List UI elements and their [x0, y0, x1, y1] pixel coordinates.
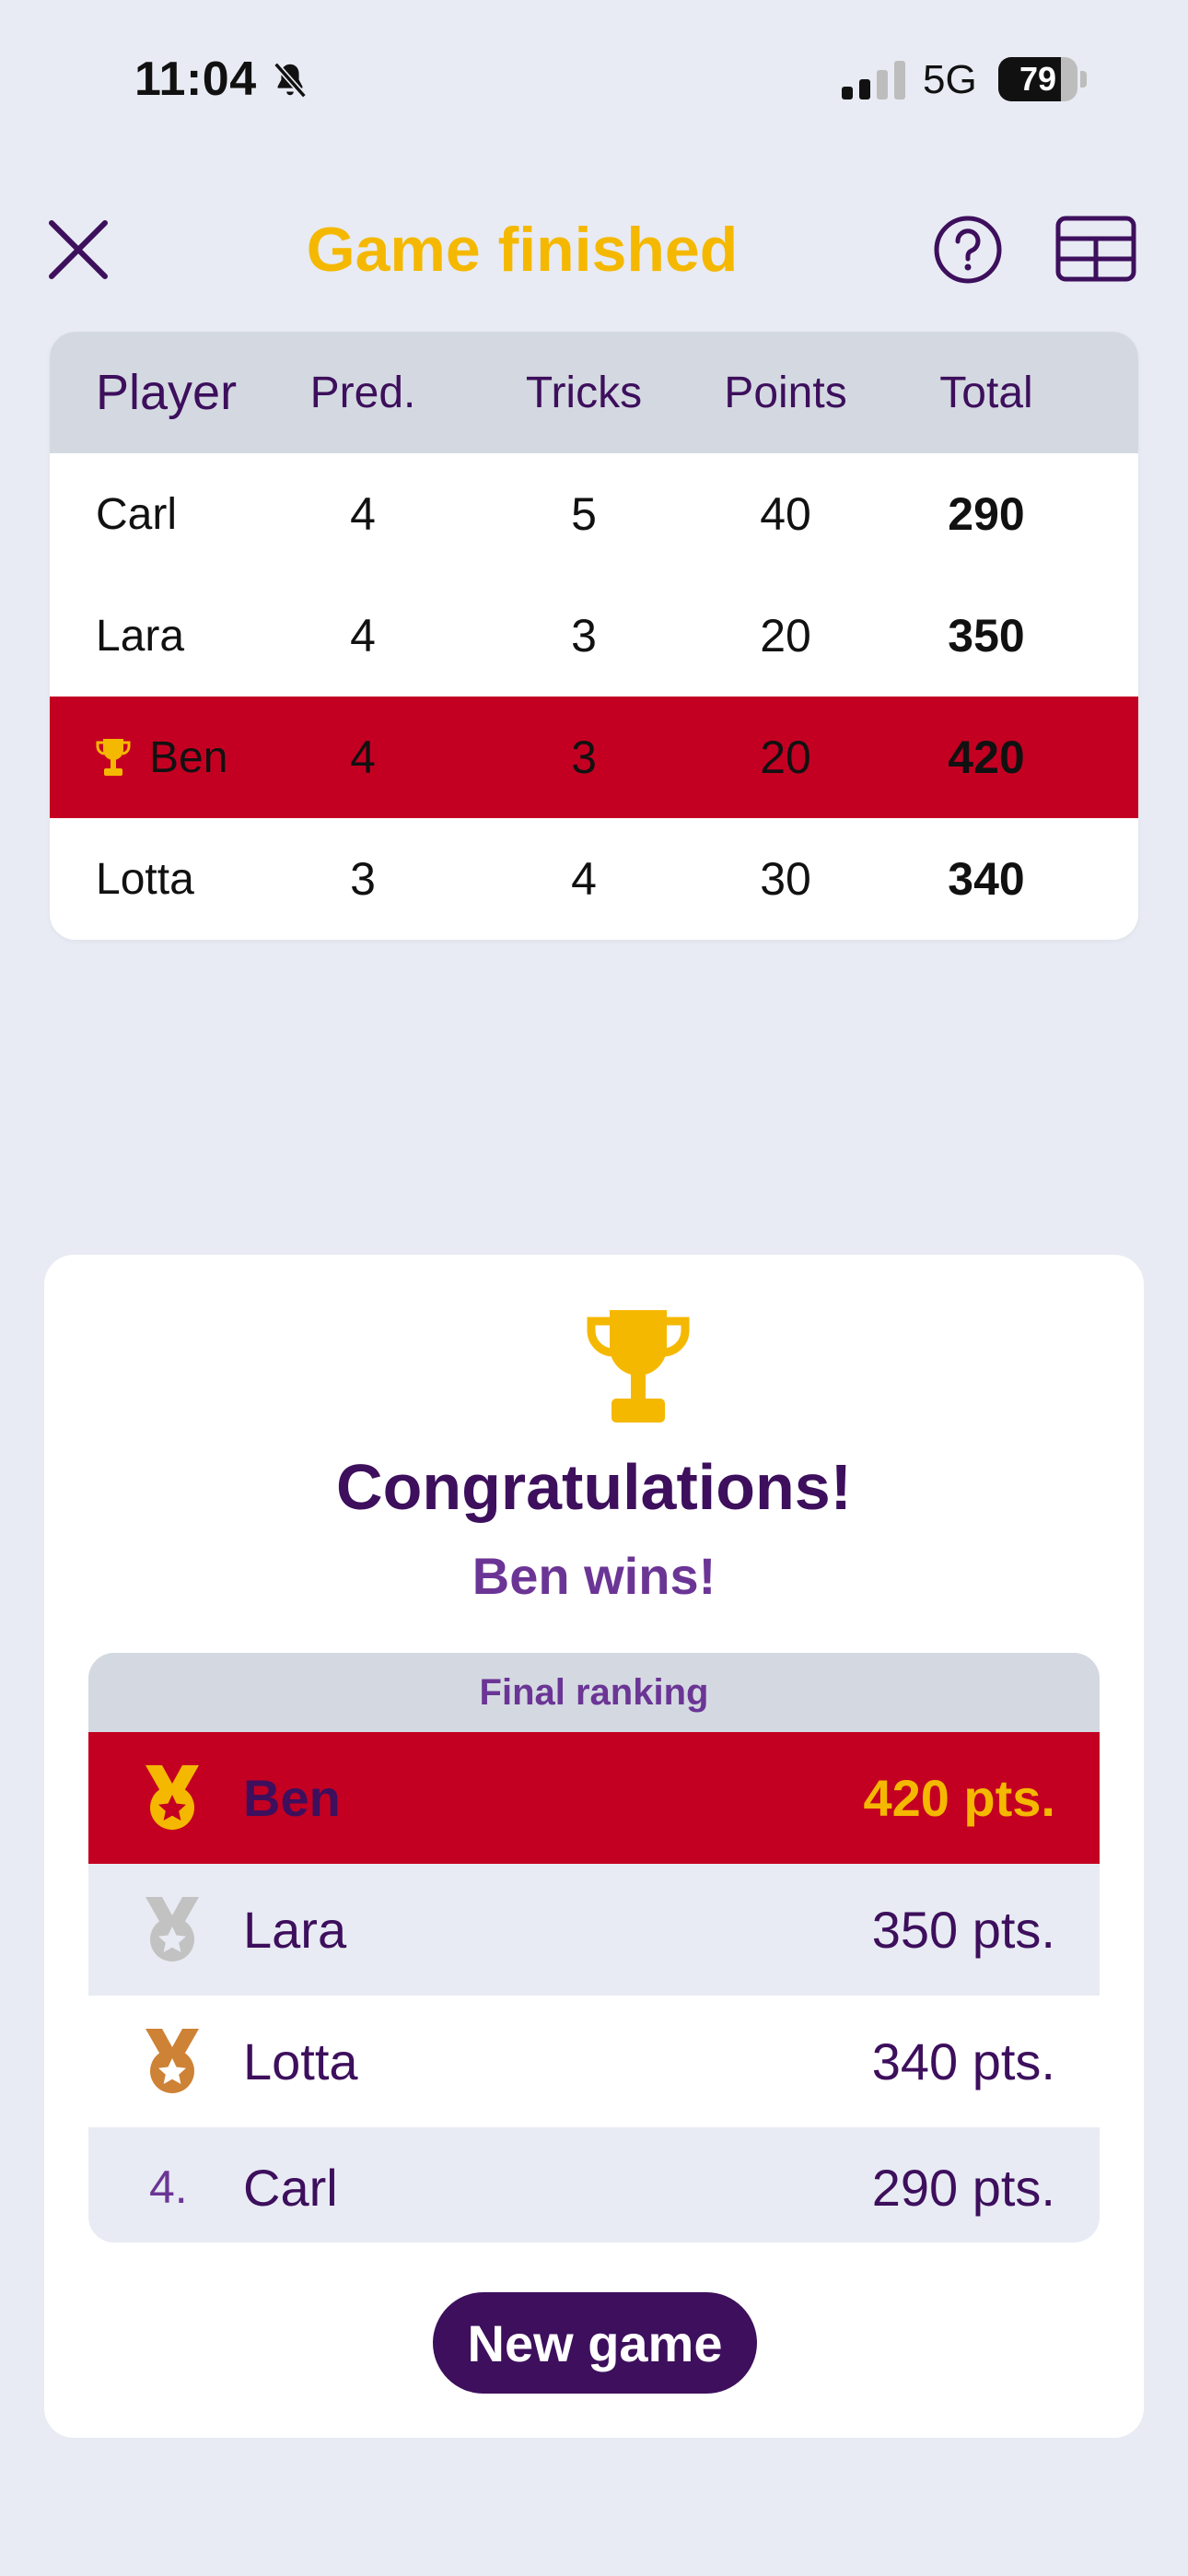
total-value: 290 — [948, 488, 1025, 540]
pred-value: 3 — [350, 853, 376, 905]
congrats-title: Congratulations! — [336, 1451, 852, 1523]
ranking-points: 350 pts. — [871, 1901, 1055, 1959]
ranking-points: 340 pts. — [871, 2032, 1055, 2090]
new-game-button[interactable]: New game — [433, 2292, 757, 2394]
status-bar: 11:04 5G 79 — [0, 0, 1188, 166]
ranking-points: 290 pts. — [871, 2158, 1055, 2217]
tricks-value: 3 — [571, 732, 597, 783]
pred-value: 4 — [350, 488, 376, 540]
ranking-row-3: Lotta 340 pts. — [88, 1996, 1100, 2127]
points-value: 30 — [760, 853, 811, 905]
header-points: Points — [724, 368, 847, 417]
table-row: Lotta 3 4 30 340 — [50, 818, 1138, 940]
page-title: Game finished — [306, 215, 739, 285]
winner-text: Ben wins! — [472, 1547, 716, 1605]
signal-icon — [842, 61, 905, 100]
table-row-winner: Ben 4 3 20 420 — [50, 697, 1138, 818]
ranking-points: 420 pts. — [863, 1769, 1055, 1827]
header-total: Total — [939, 368, 1033, 417]
bronze-medal-icon — [146, 2028, 199, 2093]
table-icon[interactable] — [1055, 216, 1136, 282]
table-row: Lara 4 3 20 350 — [50, 575, 1138, 697]
help-icon[interactable] — [932, 214, 1004, 286]
ranking-row-1: Ben 420 pts. — [88, 1732, 1100, 1864]
total-value: 340 — [948, 853, 1025, 905]
ranking-name: Lotta — [243, 2032, 358, 2090]
trophy-icon — [96, 739, 131, 776]
pred-value: 4 — [350, 610, 376, 662]
ranking-row-4: 4. Carl 290 pts. — [88, 2127, 1100, 2242]
trophy-icon — [587, 1310, 690, 1423]
points-value: 20 — [760, 732, 811, 783]
score-table-header: Player Pred. Tricks Points Total — [50, 332, 1138, 453]
ranking-row-2: Lara 350 pts. — [88, 1864, 1100, 1996]
battery-level: 79 — [1019, 60, 1057, 98]
total-value: 350 — [948, 610, 1025, 662]
tricks-value: 4 — [571, 853, 597, 905]
bell-off-icon — [274, 62, 307, 99]
tricks-value: 3 — [571, 610, 597, 662]
ranking-name: Lara — [243, 1901, 347, 1959]
score-table: Player Pred. Tricks Points Total Carl 4 … — [50, 332, 1138, 940]
gold-medal-icon — [146, 1764, 199, 1830]
header-pred: Pred. — [309, 368, 416, 417]
ranking-header: Final ranking — [88, 1653, 1100, 1732]
table-row: Carl 4 5 40 290 — [50, 453, 1138, 575]
pred-value: 4 — [350, 732, 376, 783]
header: Game finished — [0, 203, 1188, 295]
points-value: 40 — [760, 488, 811, 540]
header-tricks: Tricks — [525, 368, 643, 417]
points-value: 20 — [760, 610, 811, 662]
silver-medal-icon — [146, 1896, 199, 1961]
ranking-name: Ben — [243, 1769, 341, 1827]
network-label: 5G — [923, 57, 977, 102]
battery-icon: 79 — [998, 57, 1087, 101]
total-value: 420 — [948, 732, 1025, 783]
rank-number: 4. — [149, 2161, 188, 2213]
tricks-value: 5 — [571, 488, 597, 540]
final-ranking: Final ranking Ben 420 pts. Lara 350 pts. — [88, 1653, 1100, 2242]
player-name: Ben — [149, 732, 228, 782]
status-time: 11:04 — [134, 53, 257, 106]
ranking-name: Carl — [243, 2158, 338, 2217]
congrats-card: Congratulations! Ben wins! Final ranking… — [44, 1255, 1144, 2438]
